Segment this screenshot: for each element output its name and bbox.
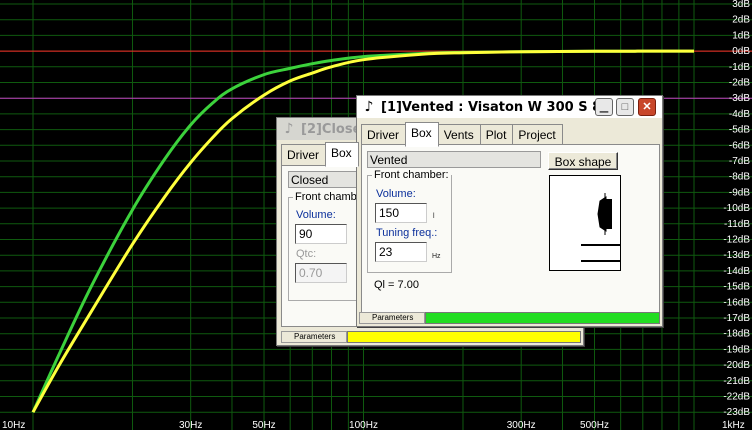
qtc-label: Qtc:	[296, 248, 317, 260]
box-type-field: Vented	[367, 151, 541, 168]
maximize-button[interactable]: □	[616, 98, 634, 116]
y-tick-label: -22dB	[723, 392, 750, 403]
volume-label: Volume:	[376, 188, 416, 200]
y-tick-label: -7dB	[729, 156, 750, 167]
vented-box-window[interactable]: ♪ [1]Vented : Visaton W 300 S 8 ▁ □ ✕ Dr…	[356, 95, 663, 327]
y-tick-label: 1dB	[732, 30, 750, 41]
ql-value: Ql = 7.00	[374, 279, 419, 291]
speaker-icon: ♪	[364, 99, 374, 115]
box-shape-button[interactable]: Box shape	[548, 152, 618, 170]
y-tick-label: -11dB	[724, 219, 750, 230]
y-tick-label: -5dB	[729, 125, 750, 136]
status-indicator	[425, 312, 660, 324]
x-tick-label: 50Hz	[252, 420, 275, 430]
y-tick-label: -8dB	[729, 172, 750, 183]
tab-driver[interactable]: Driver	[281, 144, 326, 165]
x-tick-label: 100Hz	[349, 420, 378, 430]
status-label: Parameters	[359, 312, 425, 324]
y-tick-label: -17dB	[723, 313, 750, 324]
y-tick-label: 2dB	[732, 15, 750, 26]
qtc-input: 0.70	[295, 263, 347, 283]
y-tick-label: 0dB	[732, 46, 750, 57]
x-tick-label: 500Hz	[580, 420, 609, 430]
vented-window-title: [1]Vented : Visaton W 300 S 8	[381, 99, 602, 115]
y-tick-label: -15dB	[723, 282, 750, 293]
y-tick-label: -18dB	[723, 329, 750, 340]
volume-unit: l	[433, 213, 435, 220]
tab-project[interactable]: Project	[512, 124, 563, 145]
y-tick-label: -13dB	[723, 250, 750, 261]
y-tick-label: -19dB	[723, 344, 750, 355]
y-tick-label: -2dB	[729, 78, 750, 89]
y-tick-label: -20dB	[723, 360, 750, 371]
y-tick-label: -1dB	[729, 62, 750, 73]
y-tick-label: -12dB	[723, 235, 750, 246]
tab-box[interactable]: Box	[405, 122, 439, 147]
y-tick-label: -4dB	[729, 109, 750, 120]
y-tick-label: -21dB	[723, 376, 750, 387]
volume-input[interactable]: 90	[295, 224, 347, 244]
close-button[interactable]: ✕	[638, 98, 656, 116]
y-tick-label: -23dB	[723, 407, 750, 418]
x-tick-label: 10Hz	[2, 420, 25, 430]
vented-status-bar: Parameters	[359, 312, 660, 324]
tuning-freq-unit: Hz	[432, 253, 441, 260]
status-indicator	[347, 331, 581, 343]
speaker-icon: ♪	[284, 121, 294, 137]
tab-box[interactable]: Box	[325, 142, 359, 167]
tuning-freq-label: Tuning freq.:	[376, 227, 438, 239]
y-tick-label: -3dB	[729, 93, 750, 104]
tuning-freq-input[interactable]: 23	[375, 242, 427, 262]
x-tick-label: 300Hz	[507, 420, 536, 430]
vented-box-panel: Vented Box shape Front chamber: Volume: …	[361, 144, 660, 313]
tab-plot[interactable]: Plot	[479, 124, 514, 145]
volume-label: Volume:	[296, 209, 336, 221]
front-chamber-label: Front chamber:	[374, 169, 449, 181]
tab-driver[interactable]: Driver	[361, 124, 406, 145]
y-tick-label: 3dB	[732, 0, 750, 10]
tab-vents[interactable]: Vents	[437, 124, 481, 145]
volume-input[interactable]: 150	[375, 203, 427, 223]
y-tick-label: -14dB	[723, 266, 750, 277]
status-label: Parameters	[281, 331, 347, 343]
y-tick-label: -10dB	[723, 203, 750, 214]
y-tick-label: -6dB	[729, 140, 750, 151]
closed-status-bar: Parameters	[281, 331, 581, 343]
x-tick-label: 30Hz	[179, 420, 202, 430]
x-tick-label: 1kHz	[722, 420, 745, 430]
box-shape-preview	[549, 175, 621, 271]
y-tick-label: -16dB	[723, 297, 750, 308]
y-tick-label: -9dB	[729, 187, 750, 198]
minimize-button[interactable]: ▁	[595, 98, 613, 116]
